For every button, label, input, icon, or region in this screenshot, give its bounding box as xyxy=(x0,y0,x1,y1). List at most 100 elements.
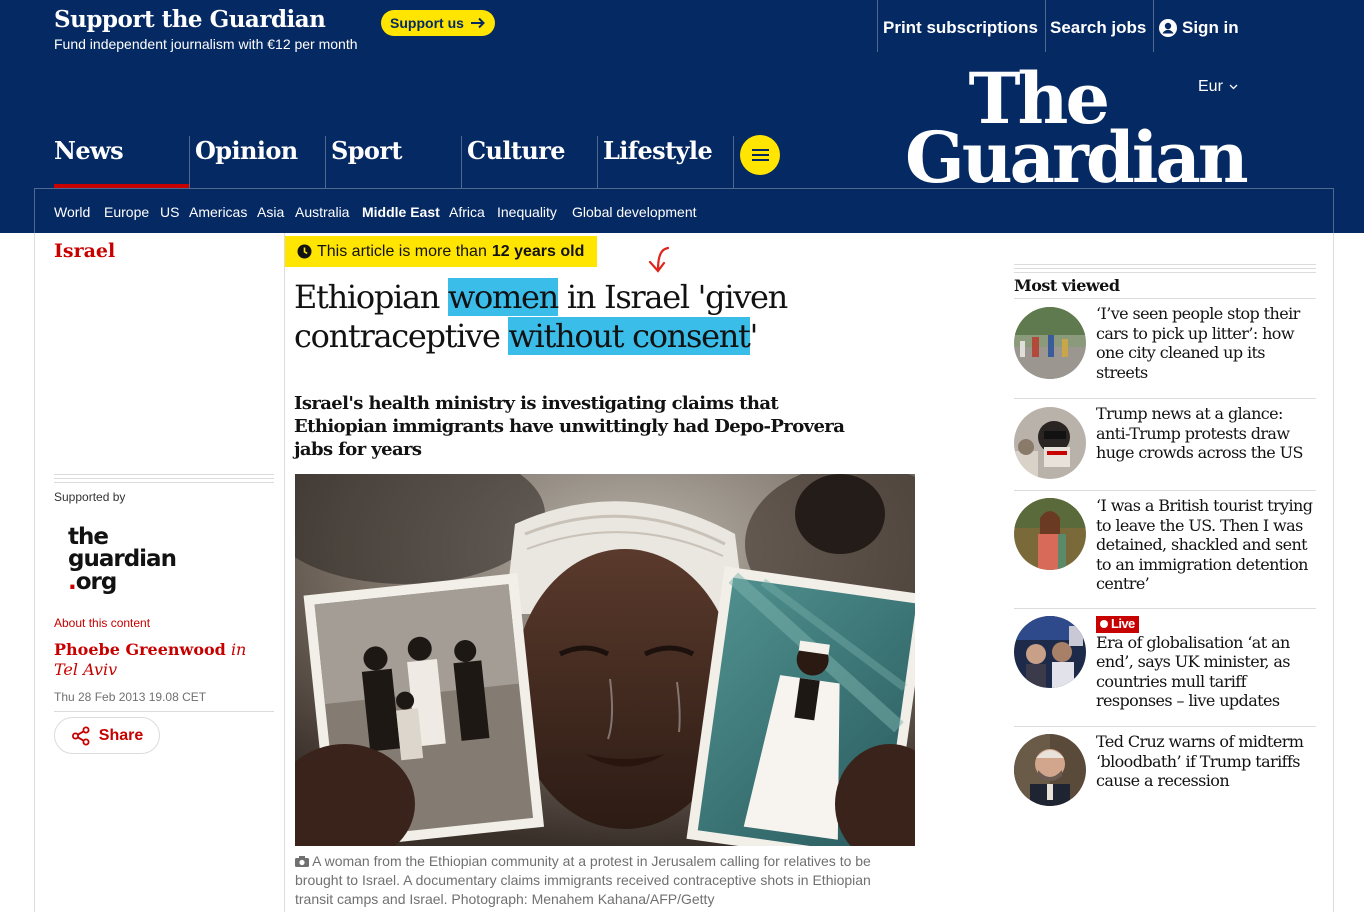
publish-date: Thu 28 Feb 2013 19.08 CET xyxy=(54,690,207,704)
pillar-label: News xyxy=(54,136,124,165)
subnav-europe[interactable]: Europe xyxy=(104,204,149,220)
org-logo-line1: the xyxy=(68,524,109,550)
pillar-opinion[interactable]: Opinion xyxy=(189,136,325,188)
divider xyxy=(1045,0,1046,52)
thumbnail xyxy=(1014,734,1086,806)
support-title: Support the Guardian xyxy=(54,6,326,33)
most-viewed-item[interactable]: Trump news at a glance: anti-Trump prote… xyxy=(1014,398,1316,490)
article-main-image[interactable] xyxy=(295,474,915,846)
most-viewed-headline: ‘I’ve seen people stop their cars to pic… xyxy=(1096,304,1300,382)
guardian-logo[interactable]: The Guardian xyxy=(905,64,1249,199)
most-viewed-item[interactable]: ‘I was a British tourist trying to leave… xyxy=(1014,490,1316,608)
support-subtitle: Fund independent journalism with €12 per… xyxy=(54,36,358,52)
live-label: Live xyxy=(1111,616,1135,632)
menu-button[interactable] xyxy=(740,135,780,175)
pillar-news[interactable]: News xyxy=(54,136,190,188)
supported-by-label: Supported by xyxy=(54,490,126,504)
subnav-australia[interactable]: Australia xyxy=(295,204,349,220)
share-button[interactable]: Share xyxy=(54,717,160,754)
subnav-africa[interactable]: Africa xyxy=(449,204,485,220)
article-standfirst: Israel's health ministry is investigatin… xyxy=(294,393,845,460)
divider xyxy=(1014,726,1316,727)
most-viewed-headline: ‘I was a British tourist trying to leave… xyxy=(1096,496,1313,593)
most-viewed-item[interactable]: ‘I’ve seen people stop their cars to pic… xyxy=(1014,298,1316,398)
org-logo-line3: .org xyxy=(68,568,176,595)
share-label: Share xyxy=(98,726,144,744)
search-jobs-link[interactable]: Search jobs xyxy=(1050,18,1146,38)
support-bar: Support the Guardian Fund independent jo… xyxy=(0,0,1364,62)
menu-icon xyxy=(751,149,769,151)
pillar-label: Culture xyxy=(467,136,566,165)
most-viewed-heading: Most viewed xyxy=(1014,276,1120,295)
subnav-inequality[interactable]: Inequality xyxy=(497,204,557,220)
highlighted-word: women xyxy=(447,278,559,316)
logo-guardian: Guardian xyxy=(905,115,1249,199)
support-us-label: Support us xyxy=(390,15,464,31)
subnav-global-development[interactable]: Global development xyxy=(572,204,697,220)
sign-in-link[interactable]: Sign in xyxy=(1159,18,1239,38)
age-warning-prefix: This article is more than xyxy=(317,242,487,260)
sub-navigation: World Europe US Americas Asia Australia … xyxy=(34,188,1334,233)
thumbnail xyxy=(1014,498,1086,570)
guardian-org-logo[interactable]: the guardian .org xyxy=(68,524,177,595)
byline: Phoebe Greenwood in Tel Aviv xyxy=(54,640,269,680)
subnav-world[interactable]: World xyxy=(54,204,90,220)
clock-icon xyxy=(297,244,312,259)
divider xyxy=(1014,490,1316,491)
share-icon xyxy=(71,726,90,745)
pillar-label: Sport xyxy=(331,136,402,165)
camera-icon xyxy=(295,856,309,867)
most-viewed-item[interactable]: Ted Cruz warns of midterm ‘bloodbath’ if… xyxy=(1014,726,1316,816)
subnav-us[interactable]: US xyxy=(160,204,179,220)
divider xyxy=(877,0,878,52)
site-header: Eur The Guardian News Opinion Sport Cult… xyxy=(0,62,1364,233)
pillar-label: Opinion xyxy=(195,136,298,165)
author-link[interactable]: Phoebe Greenwood xyxy=(54,640,226,659)
divider xyxy=(1333,233,1334,912)
divider xyxy=(54,474,274,486)
headline-part: Ethiopian xyxy=(294,278,448,316)
print-subscriptions-link[interactable]: Print subscriptions xyxy=(883,18,1038,38)
menu-icon xyxy=(751,154,769,156)
pillar-label: Lifestyle xyxy=(603,136,713,165)
section-label[interactable]: Israel xyxy=(54,240,115,262)
divider xyxy=(1014,298,1316,299)
about-this-content-link[interactable]: About this content xyxy=(54,616,150,630)
hand-drawn-arrow-icon xyxy=(648,246,670,273)
protest-photo xyxy=(295,474,915,846)
live-badge: Live xyxy=(1096,615,1139,633)
thumbnail xyxy=(1014,407,1086,479)
thumbnail xyxy=(1014,307,1086,379)
user-icon xyxy=(1159,19,1177,37)
live-dot-icon xyxy=(1100,620,1108,628)
org-logo-org: org xyxy=(75,568,118,595)
support-us-button[interactable]: Support us xyxy=(381,10,495,36)
divider xyxy=(54,711,274,712)
most-viewed-headline: Trump news at a glance: anti-Trump prote… xyxy=(1096,404,1304,462)
subnav-middle-east[interactable]: Middle East xyxy=(362,204,440,220)
age-warning-value: 12 years old xyxy=(491,242,585,260)
divider xyxy=(34,233,35,912)
arrow-right-icon xyxy=(470,17,485,29)
pillar-culture[interactable]: Culture xyxy=(461,136,597,188)
image-caption: A woman from the Ethiopian community at … xyxy=(295,852,895,909)
subnav-asia[interactable]: Asia xyxy=(257,204,284,220)
divider xyxy=(1153,0,1154,52)
most-viewed-item[interactable]: Live Era of globalisation ‘at an end’, s… xyxy=(1014,608,1316,726)
most-viewed-headline: Live Era of globalisation ‘at an end’, s… xyxy=(1096,613,1316,711)
headline-part: ' xyxy=(749,317,759,355)
sign-in-label: Sign in xyxy=(1182,18,1239,37)
article-age-warning: This article is more than 12 years old xyxy=(285,236,597,267)
pillar-sport[interactable]: Sport xyxy=(325,136,461,188)
divider xyxy=(1014,398,1316,399)
divider xyxy=(733,136,734,188)
subnav-americas[interactable]: Americas xyxy=(189,204,247,220)
highlighted-phrase: without consent xyxy=(508,317,751,355)
menu-icon xyxy=(751,159,769,161)
pillar-lifestyle[interactable]: Lifestyle xyxy=(597,136,733,188)
divider xyxy=(1014,264,1316,276)
article-headline: Ethiopian women in Israel 'given contrac… xyxy=(294,278,854,356)
thumbnail xyxy=(1014,616,1086,688)
divider xyxy=(284,233,285,912)
most-viewed-headline: Ted Cruz warns of midterm ‘bloodbath’ if… xyxy=(1096,732,1304,790)
